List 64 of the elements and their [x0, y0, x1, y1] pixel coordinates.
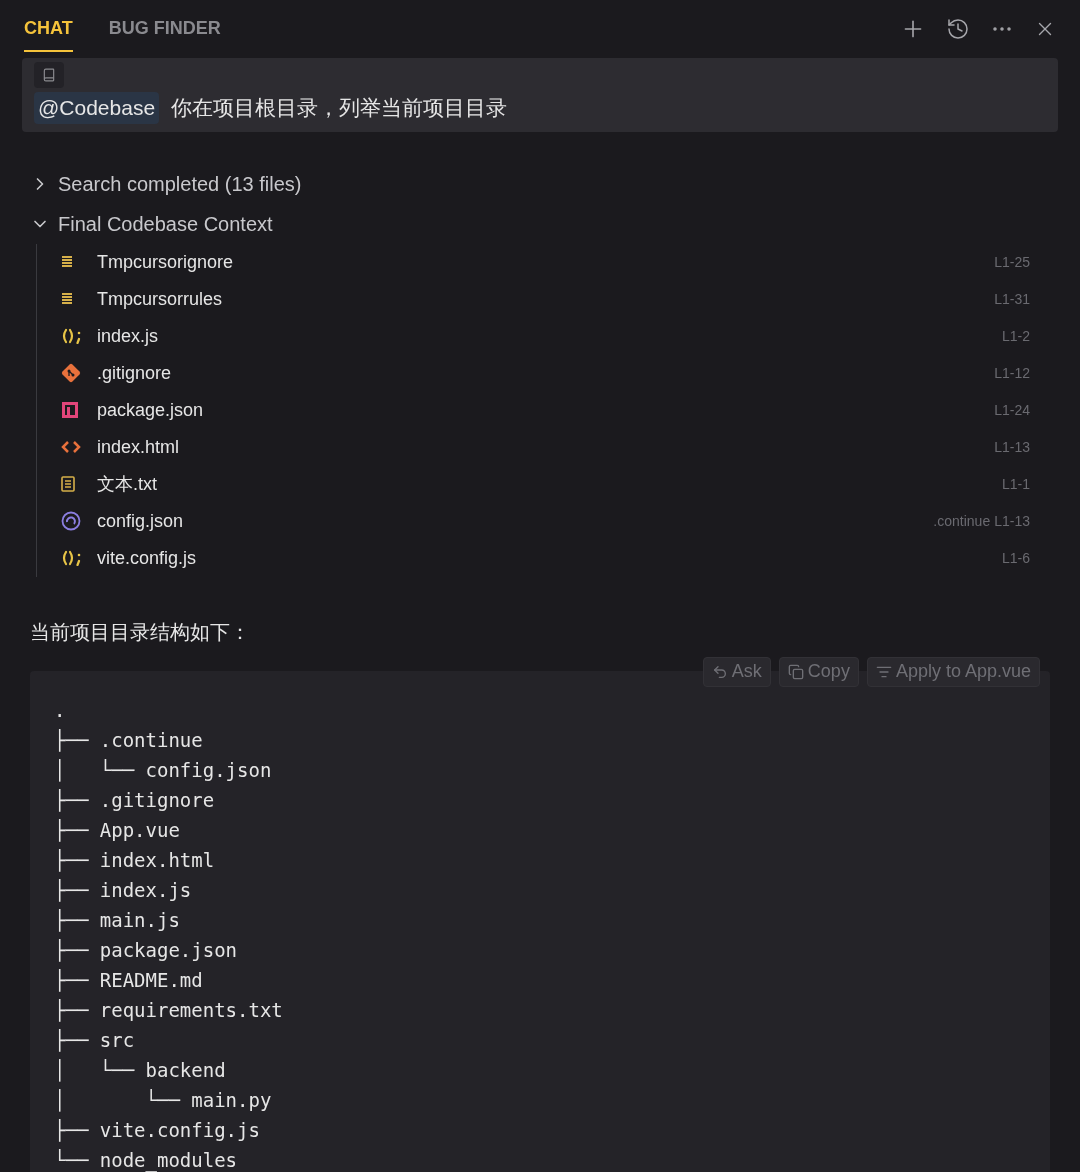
- code-line: .: [54, 697, 67, 723]
- line-range: L1-12: [994, 363, 1030, 383]
- document-icon: [61, 476, 75, 492]
- history-icon[interactable]: [946, 17, 970, 41]
- braces-icon: [61, 550, 83, 566]
- code-line: └── node_modules: [54, 1147, 239, 1172]
- file-name: vite.config.js: [97, 546, 197, 570]
- file-row[interactable]: config.json .continue L1-13: [61, 502, 1030, 540]
- code-line: │ └── config.json: [54, 757, 273, 784]
- code-line: ├── App.vue: [54, 817, 181, 844]
- context-button[interactable]: [34, 62, 64, 88]
- code-line: ├── index.js: [54, 877, 193, 904]
- file-name: package.json: [97, 398, 204, 422]
- section-header[interactable]: Final Codebase Context: [30, 203, 1050, 244]
- file-row[interactable]: Tmpcursorrules L1-31: [61, 280, 1030, 318]
- file-name: config.json: [97, 509, 184, 533]
- code-line: │ └── main.py: [54, 1087, 273, 1114]
- code-line: ├── .continue: [54, 727, 204, 754]
- code-line: ├── src: [54, 1027, 136, 1054]
- section-header[interactable]: Search completed (13 files): [30, 163, 1050, 204]
- line-range: L1-1: [1001, 474, 1030, 494]
- line-range: L1-25: [994, 252, 1030, 272]
- code-line: ├── .gitignore: [54, 787, 216, 814]
- tab[interactable]: CHAT: [24, 6, 73, 52]
- code-line: ├── README.md: [54, 967, 204, 994]
- file-name: index.html: [97, 435, 180, 459]
- file-row[interactable]: .gitignore L1-12: [61, 354, 1030, 392]
- file-row[interactable]: vite.config.js L1-6: [61, 539, 1030, 577]
- file-name: 文本.txt: [97, 472, 157, 496]
- swirl-icon: [61, 511, 81, 531]
- code-brackets-icon: [61, 440, 81, 454]
- reply-icon: [711, 663, 728, 680]
- code-line: │ └── backend: [54, 1057, 227, 1084]
- message-text: 你在项目根目录，列举当前项目目录: [171, 95, 508, 121]
- braces-icon: [61, 328, 83, 344]
- line-range: L1-13: [994, 437, 1030, 457]
- line-range: L1-13: [994, 511, 1030, 531]
- file-row[interactable]: 文本.txt L1-1: [61, 465, 1030, 503]
- copy-icon: [787, 663, 804, 680]
- line-range: L1-31: [994, 289, 1030, 309]
- code-line: ├── requirements.txt: [54, 997, 284, 1024]
- mention-chip: @Codebase: [34, 92, 160, 124]
- code-line: ├── vite.config.js: [54, 1117, 261, 1144]
- file-name: .gitignore: [97, 361, 172, 385]
- file-name: index.js: [97, 324, 159, 348]
- line-range: L1-24: [994, 400, 1030, 420]
- package-icon: [61, 401, 79, 419]
- line-range: L1-6: [1001, 548, 1030, 568]
- file-row[interactable]: index.js L1-2: [61, 317, 1030, 355]
- code-line: ├── main.js: [54, 907, 181, 934]
- book-icon: [42, 68, 56, 82]
- file-row[interactable]: index.html L1-13: [61, 428, 1030, 466]
- lines-icon: [61, 255, 73, 269]
- file-name: Tmpcursorrules: [97, 287, 223, 311]
- code-line: ├── index.html: [54, 847, 216, 874]
- folder-name: .continue: [933, 511, 991, 531]
- code-line: ├── package.json: [54, 937, 239, 964]
- line-range: L1-2: [1001, 326, 1030, 346]
- file-row[interactable]: package.json L1-24: [61, 391, 1030, 429]
- file-name: Tmpcursorignore: [97, 250, 234, 274]
- lines-icon: [61, 292, 73, 306]
- answer-text: 当前项目目录结构如下：: [30, 619, 251, 645]
- file-row[interactable]: Tmpcursorignore L1-25: [61, 243, 1030, 281]
- tab[interactable]: BUG FINDER: [108, 6, 221, 52]
